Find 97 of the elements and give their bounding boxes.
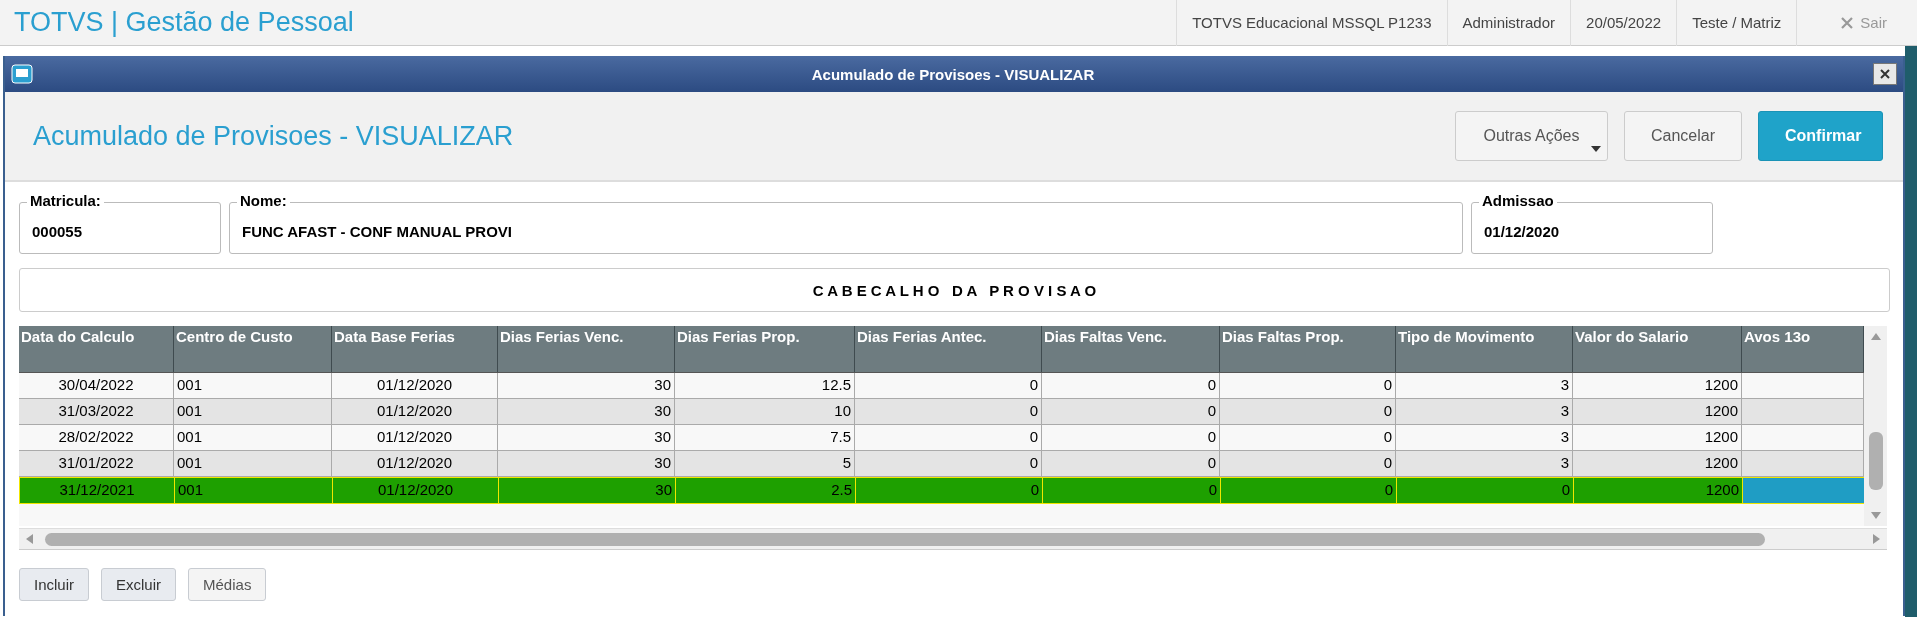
close-button[interactable]: [1873, 63, 1897, 85]
table-row[interactable]: 28/02/2022 001 01/12/2020 30 7.5 0 0 0 3 1200: [19, 425, 1864, 451]
table-cell: 01/12/2020: [332, 373, 498, 398]
table-cell: 0: [1221, 478, 1397, 503]
field-value: FUNC AFAST - CONF MANUAL PROVI: [242, 222, 512, 240]
column-header[interactable]: Data Base Ferias: [332, 326, 498, 372]
column-header[interactable]: Centro de Custo: [174, 326, 332, 372]
table-cell: 28/02/2022: [19, 425, 174, 450]
table-cell: 12.5: [675, 373, 855, 398]
table-cell: 31/03/2022: [19, 399, 174, 424]
scroll-right-icon[interactable]: [1873, 534, 1881, 544]
column-header[interactable]: Tipo de Movimento: [1396, 326, 1573, 372]
table-cell: 0: [1220, 425, 1396, 450]
column-header[interactable]: Dias Ferias Prop.: [675, 326, 855, 372]
action-button[interactable]: Excluir: [101, 568, 177, 601]
table-cell: 0: [1397, 478, 1574, 503]
table-cell: 31/01/2022: [19, 451, 174, 476]
table-cell: 0: [1042, 425, 1220, 450]
form-field[interactable]: Matricula: 000055: [19, 192, 221, 254]
scroll-thumb[interactable]: [45, 532, 1765, 546]
column-header[interactable]: Valor do Salario: [1573, 326, 1742, 372]
table-cell: 30: [498, 451, 675, 476]
vertical-scrollbar[interactable]: [1864, 326, 1887, 526]
section-title: C A B E C A L H O D A P R O V I S A O: [812, 281, 1097, 299]
table-cell: 5: [675, 451, 855, 476]
window-title: Acumulado de Provisoes - VISUALIZAR: [810, 65, 1096, 83]
table-cell: 0: [856, 478, 1043, 503]
table-cell: 0: [1042, 399, 1220, 424]
table-row[interactable]: 31/12/2021 001 01/12/2020 30 2.5 0 0 0 0 1200: [19, 477, 1864, 504]
column-header[interactable]: Dias Ferias Antec.: [855, 326, 1042, 372]
status-item: 20/05/2022: [1570, 0, 1677, 46]
table-cell: 30: [498, 399, 675, 424]
action-button[interactable]: Incluir: [19, 568, 89, 601]
table-cell: 7.5: [675, 425, 855, 450]
table-cell: 001: [174, 399, 332, 424]
horizontal-scrollbar[interactable]: [19, 528, 1887, 550]
form-field[interactable]: Admissao 01/12/2020: [1471, 192, 1713, 254]
close-icon: [1841, 16, 1854, 29]
scroll-down-icon[interactable]: [1870, 512, 1881, 520]
status-item: Administrador: [1446, 0, 1571, 46]
table-cell: 3: [1396, 451, 1573, 476]
table-cell: 0: [1220, 373, 1396, 398]
table-cell: 0: [1220, 399, 1396, 424]
table-cell: 30: [498, 373, 675, 398]
table-cell: 3: [1396, 425, 1573, 450]
table-cell: 2.5: [676, 478, 856, 503]
table-cell: 0: [1042, 373, 1220, 398]
table-row[interactable]: 31/01/2022 001 01/12/2020 30 5 0 0 0 3 1200: [19, 451, 1864, 477]
column-header[interactable]: Dias Ferias Venc.: [498, 326, 675, 372]
table-cell: 30: [499, 478, 676, 503]
app-title: TOTVS | Gestão de Pessoal: [14, 7, 354, 38]
table-row[interactable]: 30/04/2022 001 01/12/2020 30 12.5 0 0 0 3 1200: [19, 373, 1864, 399]
table-cell: 0: [855, 451, 1042, 476]
table-cell: 0: [1042, 451, 1220, 476]
table-cell: 01/12/2020: [332, 451, 498, 476]
header-button[interactable]: Outras Ações: [1454, 111, 1608, 161]
table-row[interactable]: 31/03/2022 001 01/12/2020 30 10 0 0 0 3 1200: [19, 399, 1864, 425]
table-cell: 1200: [1573, 451, 1742, 476]
table-cell: 1200: [1573, 399, 1742, 424]
scroll-left-icon[interactable]: [25, 534, 33, 544]
table-cell: 01/12/2020: [332, 399, 498, 424]
table-cell: 001: [174, 451, 332, 476]
scroll-thumb[interactable]: [1868, 432, 1883, 490]
table-cell: 30: [498, 425, 675, 450]
column-header[interactable]: Dias Faltas Prop.: [1220, 326, 1396, 372]
monitor-icon: [11, 64, 33, 84]
page-title: Acumulado de Provisoes - VISUALIZAR: [33, 120, 514, 152]
table-cell: 3: [1396, 373, 1573, 398]
table-cell: 01/12/2020: [332, 425, 498, 450]
column-header[interactable]: Dias Faltas Venc.: [1042, 326, 1220, 372]
form-field[interactable]: Nome: FUNC AFAST - CONF MANUAL PROVI: [229, 192, 1463, 254]
table-cell: 1200: [1573, 425, 1742, 450]
field-label: Admissao: [1479, 192, 1557, 209]
field-label: Matricula:: [27, 192, 104, 209]
close-icon: [1880, 69, 1890, 79]
table-cell: 0: [1220, 451, 1396, 476]
field-value: 000055: [32, 222, 83, 240]
status-item: Teste / Matriz: [1676, 0, 1797, 46]
table-cell: 0: [855, 373, 1042, 398]
table-cell: 1200: [1573, 373, 1742, 398]
table-cell: 31/12/2021: [20, 478, 175, 503]
caret-icon: [1590, 146, 1601, 152]
table-cell: 001: [175, 478, 333, 503]
table-cell: 10: [675, 399, 855, 424]
column-header[interactable]: Data do Calculo: [19, 326, 174, 372]
table-cell: 0: [855, 399, 1042, 424]
status-item: TOTVS Educacional MSSQL P1233: [1176, 0, 1447, 46]
field-value: 01/12/2020: [1484, 222, 1560, 240]
table-cell: 3: [1396, 399, 1573, 424]
scroll-up-icon[interactable]: [1870, 332, 1881, 340]
table-cell: 30/04/2022: [19, 373, 174, 398]
table-cell: 01/12/2020: [333, 478, 499, 503]
table-cell: 0: [855, 425, 1042, 450]
table-cell: 001: [174, 373, 332, 398]
table-cell: 0: [1043, 478, 1221, 503]
header-button[interactable]: Cancelar: [1623, 111, 1742, 161]
table-cell: 001: [174, 425, 332, 450]
